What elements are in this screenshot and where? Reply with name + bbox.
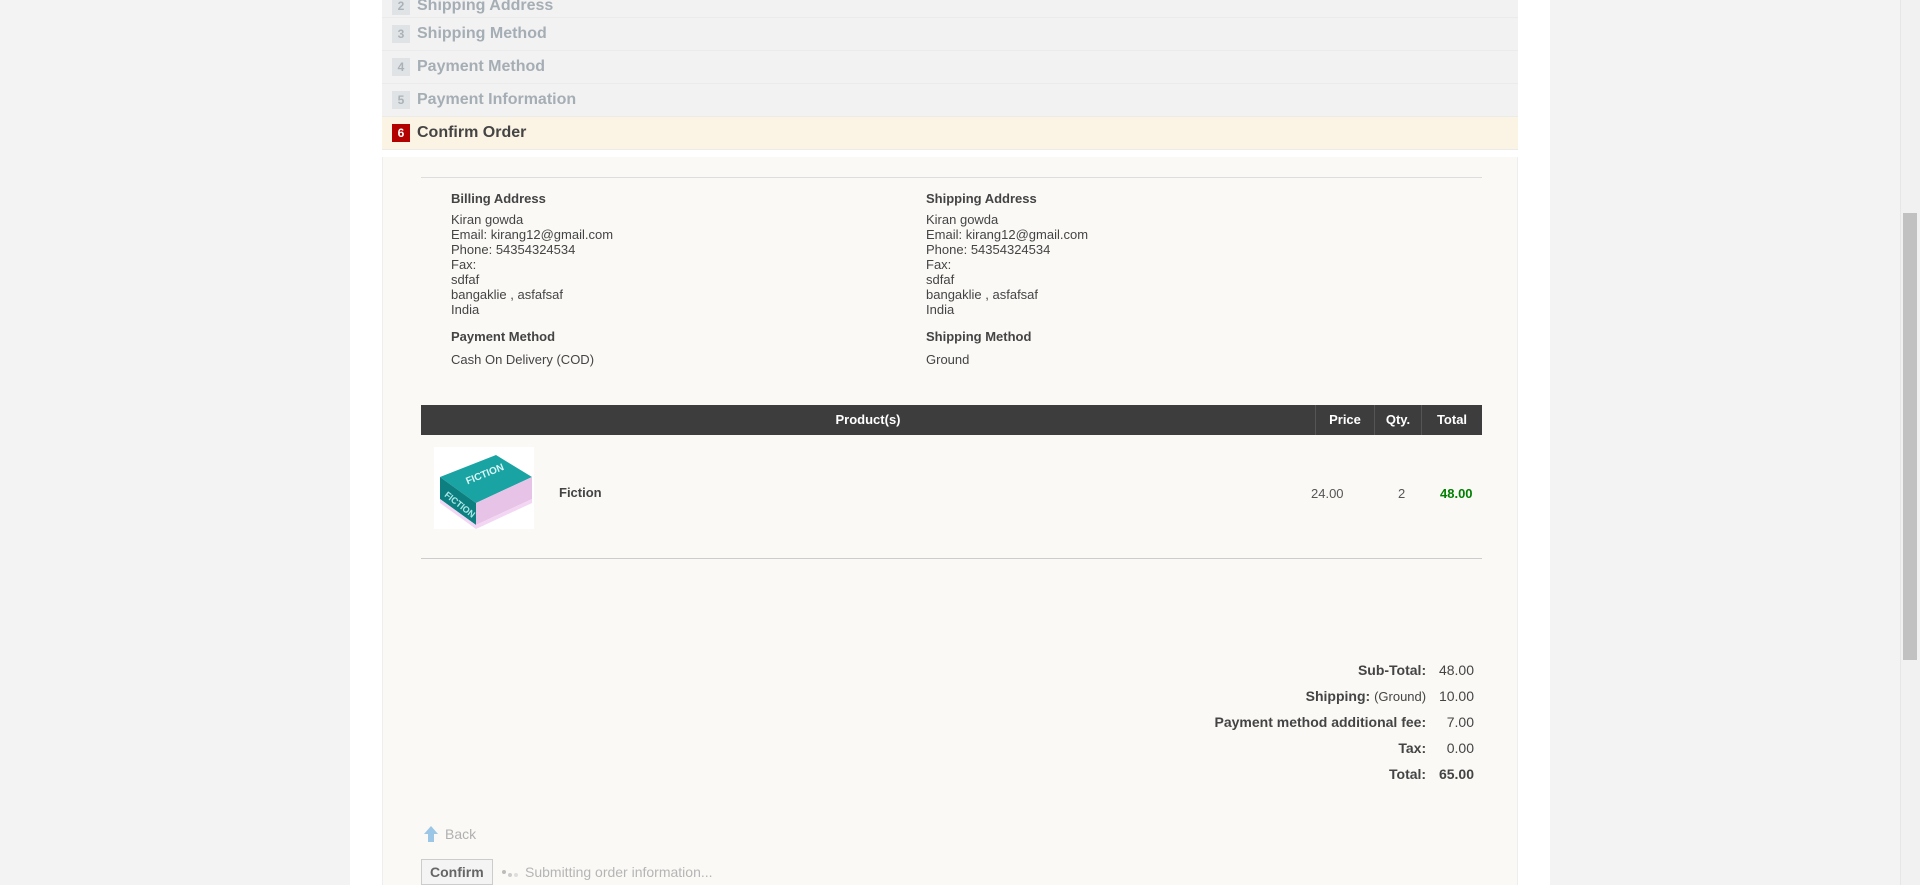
shipping-row: Shipping: (Ground) 10.00 [1215,683,1474,709]
divider [421,177,1482,178]
scrollbar[interactable] [1900,0,1920,885]
subtotal-value: 48.00 [1438,662,1474,678]
billing-address: Billing Address Kiran gowda Email: kiran… [451,191,613,317]
step-label: Payment Method [417,58,546,75]
shipping-email: Email: kirang12@gmail.com [926,227,1089,242]
fee-row: Payment method additional fee: 7.00 [1215,709,1474,735]
shipping-address1: sdfaf [926,272,955,287]
cart-header: Product(s) Price Qty. Total [421,405,1482,435]
step-label: Shipping Address [417,0,554,14]
billing-phone: Phone: 54354324534 [451,242,576,257]
shipping-label: Shipping: [1305,688,1371,704]
back-label: Back [445,826,477,842]
subtotal-row: Sub-Total: 48.00 [1215,657,1474,683]
product-name[interactable]: Fiction [559,485,602,500]
confirm-button[interactable]: Confirm [421,859,493,885]
payment-method-info: Payment Method Cash On Delivery (COD) [451,329,594,367]
shipping-name: Kiran gowda [926,212,999,227]
product-total: 48.00 [1440,486,1473,501]
fee-value: 7.00 [1446,714,1474,730]
total-row: Total: 65.00 [1215,761,1474,787]
billing-email: Email: kirang12@gmail.com [451,227,614,242]
payment-method-title: Payment Method [451,329,556,344]
billing-country: India [451,302,480,317]
product-image[interactable]: FICTION FICTION [434,447,534,529]
step-number: 2 [392,0,410,15]
step-number: 4 [392,58,410,76]
billing-fax: Fax: [451,257,477,272]
step-number: 5 [392,91,410,109]
step-label: Shipping Method [417,25,547,42]
total-label: Total: [1389,766,1427,782]
shipping-address: Shipping Address Kiran gowda Email: kira… [926,191,1088,317]
shipping-method-info: Shipping Method Ground [926,329,1031,367]
header-qty: Qty. [1374,405,1421,435]
scrollbar-thumb[interactable] [1903,213,1917,660]
step-shipping-method[interactable]: 3 Shipping Method [382,18,1518,51]
product-qty: 2 [1398,486,1406,501]
step-label: Payment Information [417,91,577,108]
fee-label: Payment method additional fee: [1214,714,1427,730]
loading-icon [502,870,518,877]
step-number: 3 [392,25,410,43]
billing-address1: sdfaf [451,272,480,287]
step-number: 6 [392,124,410,142]
step-confirm-order: 6 Confirm Order [382,117,1518,150]
confirm-order-panel: Billing Address Kiran gowda Email: kiran… [382,157,1518,885]
shipping-city: bangaklie , asfafsaf [926,287,1039,302]
shipping-address-title: Shipping Address [926,191,1037,206]
header-price: Price [1315,405,1374,435]
submitting-text: Submitting order information... [525,864,713,880]
payment-method-value: Cash On Delivery (COD) [451,352,595,367]
shipping-country: India [926,302,955,317]
shipping-phone: Phone: 54354324534 [926,242,1051,257]
arrow-up-icon [424,826,438,842]
shipping-method-title: Shipping Method [926,329,1032,344]
shipping-value: 10.00 [1438,688,1474,704]
header-total: Total [1421,405,1482,435]
shipping-fax: Fax: [926,257,952,272]
step-shipping-address[interactable]: 2 Shipping Address [382,0,1518,18]
tax-value: 0.00 [1446,740,1474,756]
billing-city: bangaklie , asfafsaf [451,287,564,302]
billing-name: Kiran gowda [451,212,524,227]
header-products: Product(s) [835,412,901,427]
shipping-method-name: (Ground) [1374,689,1427,704]
total-value: 65.00 [1438,766,1474,782]
billing-address-title: Billing Address [451,191,546,206]
back-link[interactable]: Back [423,825,476,843]
tax-label: Tax: [1398,740,1427,756]
cart-row: FICTION FICTION Fiction 24.00 2 48.00 [421,435,1482,559]
step-payment-information[interactable]: 5 Payment Information [382,84,1518,117]
book-icon: FICTION FICTION [434,447,534,529]
submitting-status: Submitting order information... [501,864,713,880]
step-label: Confirm Order [417,124,527,141]
order-totals: Sub-Total: 48.00 Shipping: (Ground) 10.0… [1215,657,1474,787]
step-payment-method[interactable]: 4 Payment Method [382,51,1518,84]
shipping-method-value: Ground [926,352,970,367]
subtotal-label: Sub-Total: [1357,662,1427,678]
checkout-steps: 2 Shipping Address 3 Shipping Method 4 P… [382,0,1518,150]
product-price: 24.00 [1311,486,1344,501]
tax-row: Tax: 0.00 [1215,735,1474,761]
